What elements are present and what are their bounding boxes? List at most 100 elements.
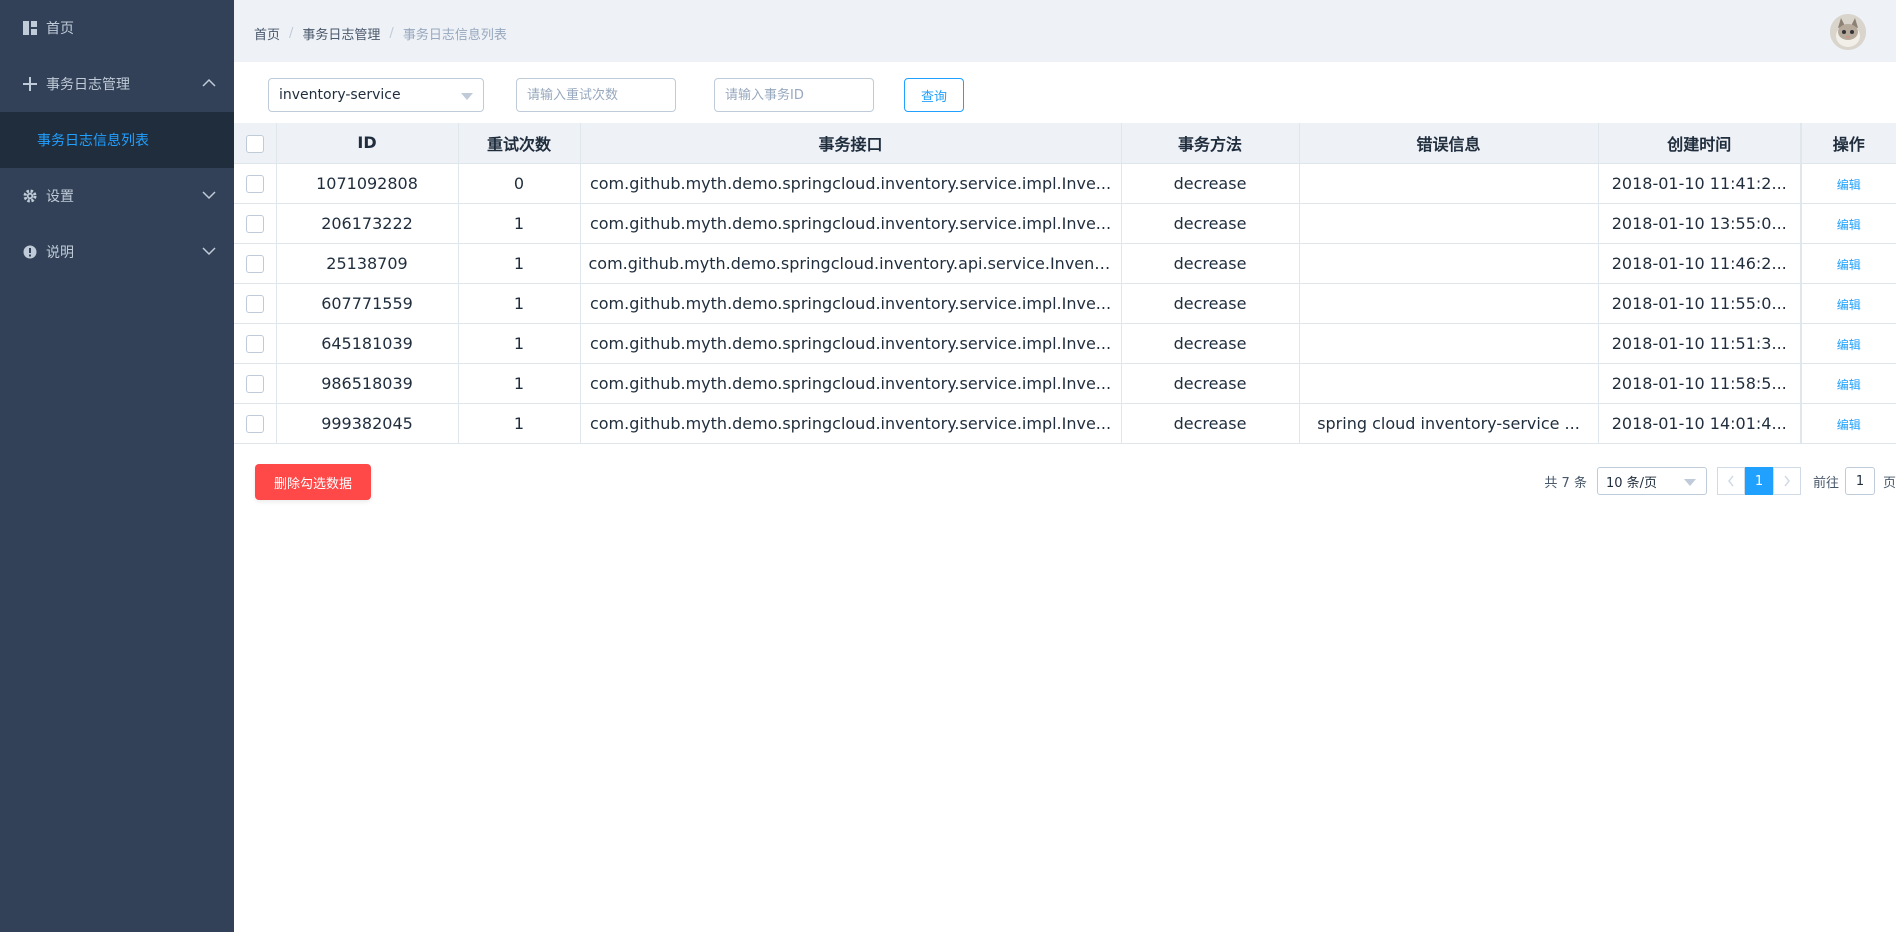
edit-link[interactable]: 编辑 xyxy=(1837,258,1861,272)
pagination: 共 7 条 10 条/页 1 前往 页 xyxy=(1544,466,1896,496)
sidebar-item-home[interactable]: 首页 xyxy=(0,0,234,56)
transaction-id-input[interactable] xyxy=(714,78,874,112)
column-header-id[interactable]: ID xyxy=(276,123,459,164)
breadcrumb: 首页 / 事务日志管理 / 事务日志信息列表 xyxy=(254,24,507,43)
select-all-checkbox[interactable] xyxy=(245,134,264,153)
top-header: 首页 / 事务日志管理 / 事务日志信息列表 xyxy=(234,0,1896,62)
cell-interface: com.github.myth.demo.springcloud.invento… xyxy=(580,403,1122,444)
table-row: 986518039 1 com.github.myth.demo.springclo… xyxy=(234,363,1896,404)
cell-interface: com.github.myth.demo.springcloud.invento… xyxy=(580,243,1122,284)
retry-count-input[interactable] xyxy=(516,78,676,112)
delete-selected-button[interactable]: 删除勾选数据 xyxy=(255,464,371,500)
column-header-interface[interactable]: 事务接口 xyxy=(580,123,1122,164)
cell-created: 2018-01-10 11:58:5... xyxy=(1598,363,1802,404)
cell-created: 2018-01-10 14:01:4... xyxy=(1598,403,1802,444)
breadcrumb-current: 事务日志信息列表 xyxy=(402,28,507,43)
cell-interface: com.github.myth.demo.springcloud.invento… xyxy=(580,323,1122,364)
row-checkbox[interactable] xyxy=(245,334,264,353)
column-header-retry[interactable]: 重试次数 xyxy=(458,123,581,164)
table-row: 206173222 1 com.github.myth.demo.springclo… xyxy=(234,203,1896,244)
edit-link[interactable]: 编辑 xyxy=(1837,378,1861,392)
column-header-created[interactable]: 创建时间 xyxy=(1598,123,1802,164)
sidebar-item-label: 设置 xyxy=(46,189,74,205)
next-page-button[interactable] xyxy=(1772,467,1801,495)
edit-link[interactable]: 编辑 xyxy=(1837,338,1861,352)
edit-link[interactable]: 编辑 xyxy=(1837,218,1861,232)
edit-link[interactable]: 编辑 xyxy=(1837,298,1861,312)
edit-link[interactable]: 编辑 xyxy=(1837,178,1861,192)
cell-method: decrease xyxy=(1121,243,1300,284)
cell-retry: 1 xyxy=(458,203,581,244)
cell-actions: 编辑 xyxy=(1800,403,1896,444)
breadcrumb-separator: / xyxy=(389,26,394,41)
sidebar-item-tx-log-list[interactable]: 事务日志信息列表 xyxy=(0,112,234,168)
query-button[interactable]: 查询 xyxy=(904,78,964,112)
sidebar-item-settings[interactable]: 设置 xyxy=(0,168,234,224)
row-checkbox[interactable] xyxy=(245,374,264,393)
edit-link[interactable]: 编辑 xyxy=(1837,418,1861,432)
row-checkbox[interactable] xyxy=(245,254,264,273)
cell-id: 999382045 xyxy=(276,403,459,444)
table-row: 1071092808 0 com.github.myth.demo.springcl… xyxy=(234,163,1896,204)
cell-actions: 编辑 xyxy=(1800,163,1896,204)
prev-page-button[interactable] xyxy=(1716,467,1745,495)
row-checkbox-cell xyxy=(234,283,277,324)
gear-icon xyxy=(22,188,38,204)
sidebar-item-label: 事务日志管理 xyxy=(46,77,130,93)
sidebar-item-help[interactable]: 说明 xyxy=(0,224,234,280)
chevron-down-icon xyxy=(202,244,216,260)
cell-id: 1071092808 xyxy=(276,163,459,204)
table-row: 645181039 1 com.github.myth.demo.springclo… xyxy=(234,323,1896,364)
service-select-value: inventory-service xyxy=(279,87,401,103)
column-header-actions: 操作 xyxy=(1800,123,1896,164)
cell-error xyxy=(1299,283,1599,324)
row-checkbox[interactable] xyxy=(245,414,264,433)
cell-interface: com.github.myth.demo.springcloud.invento… xyxy=(580,163,1122,204)
row-checkbox[interactable] xyxy=(245,174,264,193)
info-icon xyxy=(22,244,38,260)
cell-interface: com.github.myth.demo.springcloud.invento… xyxy=(580,283,1122,324)
row-checkbox-cell xyxy=(234,403,277,444)
row-checkbox[interactable] xyxy=(245,214,264,233)
row-checkbox-cell xyxy=(234,323,277,364)
cell-method: decrease xyxy=(1121,283,1300,324)
avatar[interactable] xyxy=(1830,14,1866,50)
column-header-method[interactable]: 事务方法 xyxy=(1121,123,1300,164)
cell-error xyxy=(1299,163,1599,204)
cell-created: 2018-01-10 11:51:3... xyxy=(1598,323,1802,364)
table-header-row: ID 重试次数 事务接口 事务方法 错误信息 创建时间 操作 xyxy=(234,123,1896,164)
caret-down-icon xyxy=(461,93,473,100)
cell-interface: com.github.myth.demo.springcloud.invento… xyxy=(580,203,1122,244)
sidebar-item-tx-log-management[interactable]: 事务日志管理 xyxy=(0,56,234,112)
cell-created: 2018-01-10 11:55:0... xyxy=(1598,283,1802,324)
page-number-current[interactable]: 1 xyxy=(1744,467,1773,495)
cell-id: 607771559 xyxy=(276,283,459,324)
breadcrumb-tx-log-management[interactable]: 事务日志管理 xyxy=(302,24,380,43)
breadcrumb-home[interactable]: 首页 xyxy=(254,24,280,43)
jump-suffix: 页 xyxy=(1882,475,1896,491)
cell-created: 2018-01-10 11:41:2... xyxy=(1598,163,1802,204)
cell-id: 986518039 xyxy=(276,363,459,404)
cell-retry: 1 xyxy=(458,403,581,444)
jump-page-input[interactable] xyxy=(1844,467,1875,495)
row-checkbox-cell xyxy=(234,243,277,284)
table-row: 999382045 1 com.github.myth.demo.springclo… xyxy=(234,403,1896,444)
select-all-cell xyxy=(234,123,277,164)
cell-actions: 编辑 xyxy=(1800,243,1896,284)
dashboard-icon xyxy=(22,20,38,36)
sidebar-item-label: 说明 xyxy=(46,245,74,261)
chevron-right-icon xyxy=(1784,475,1790,487)
jump-label: 前往 xyxy=(1812,475,1839,491)
column-header-error[interactable]: 错误信息 xyxy=(1299,123,1599,164)
row-checkbox[interactable] xyxy=(245,294,264,313)
row-checkbox-cell xyxy=(234,363,277,404)
sidebar-item-label: 首页 xyxy=(46,21,74,37)
cell-created: 2018-01-10 11:46:2... xyxy=(1598,243,1802,284)
page-size-value: 10 条/页 xyxy=(1605,475,1658,491)
cell-id: 645181039 xyxy=(276,323,459,364)
cell-error xyxy=(1299,203,1599,244)
cell-method: decrease xyxy=(1121,323,1300,364)
page-size-select[interactable]: 10 条/页 xyxy=(1596,467,1707,495)
service-select[interactable]: inventory-service xyxy=(268,78,484,112)
chevron-up-icon xyxy=(202,76,216,92)
